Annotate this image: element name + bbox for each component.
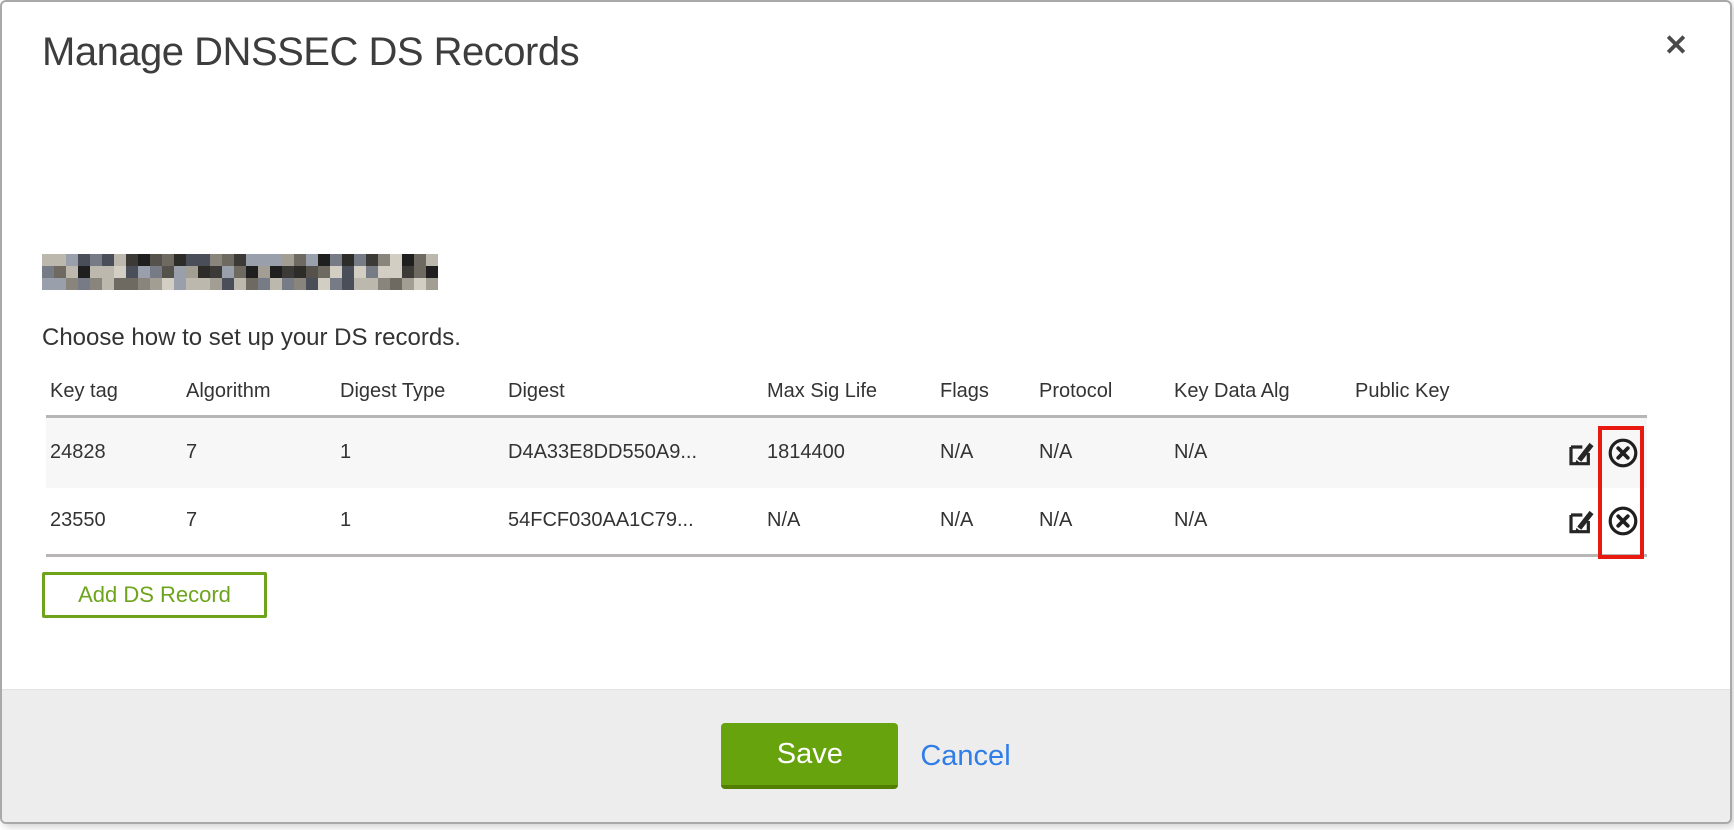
- modal-footer: Save Cancel: [2, 689, 1730, 822]
- cell-public-key: [1351, 488, 1548, 555]
- cell-key-tag: 23550: [46, 488, 182, 555]
- cell-key-data-alg: N/A: [1170, 416, 1351, 488]
- edit-record-icon[interactable]: [1565, 505, 1597, 537]
- cell-digest-type: 1: [336, 416, 504, 488]
- col-public-key: Public Key: [1351, 368, 1548, 416]
- cell-algorithm: 7: [182, 488, 336, 555]
- col-flags: Flags: [936, 368, 1035, 416]
- cell-algorithm: 7: [182, 416, 336, 488]
- delete-record-icon[interactable]: [1607, 505, 1639, 537]
- col-max-sig-life: Max Sig Life: [763, 368, 936, 416]
- cell-max-sig-life: 1814400: [763, 416, 936, 488]
- manage-dnssec-modal: Manage DNSSEC DS Records ✕ Choose how to…: [0, 0, 1732, 824]
- col-key-data-alg: Key Data Alg: [1170, 368, 1351, 416]
- cell-max-sig-life: N/A: [763, 488, 936, 555]
- col-key-tag: Key tag: [46, 368, 182, 416]
- row-actions: [1548, 416, 1647, 488]
- table-row: 24828 7 1 D4A33E8DD550A9... 1814400 N/A …: [46, 416, 1647, 488]
- cell-protocol: N/A: [1035, 416, 1170, 488]
- close-icon[interactable]: ✕: [1654, 24, 1698, 68]
- col-protocol: Protocol: [1035, 368, 1170, 416]
- cancel-link[interactable]: Cancel: [920, 740, 1010, 773]
- cell-digest-type: 1: [336, 488, 504, 555]
- table-row: 23550 7 1 54FCF030AA1C79... N/A N/A N/A …: [46, 488, 1647, 555]
- ds-records-table: Key tag Algorithm Digest Type Digest Max…: [46, 368, 1647, 557]
- page-title: Manage DNSSEC DS Records: [42, 30, 579, 75]
- redacted-domain-name: [42, 254, 438, 290]
- save-button[interactable]: Save: [721, 723, 898, 789]
- col-actions: [1548, 368, 1647, 416]
- cell-flags: N/A: [936, 416, 1035, 488]
- edit-record-icon[interactable]: [1565, 437, 1597, 469]
- row-actions: [1548, 488, 1647, 555]
- cell-digest: 54FCF030AA1C79...: [504, 488, 763, 555]
- cell-protocol: N/A: [1035, 488, 1170, 555]
- cell-key-tag: 24828: [46, 416, 182, 488]
- col-algorithm: Algorithm: [182, 368, 336, 416]
- col-digest-type: Digest Type: [336, 368, 504, 416]
- cell-key-data-alg: N/A: [1170, 488, 1351, 555]
- setup-instruction-text: Choose how to set up your DS records.: [42, 324, 461, 352]
- delete-record-icon[interactable]: [1607, 437, 1639, 469]
- cell-public-key: [1351, 416, 1548, 488]
- cell-digest: D4A33E8DD550A9...: [504, 416, 763, 488]
- cell-flags: N/A: [936, 488, 1035, 555]
- add-ds-record-button[interactable]: Add DS Record: [42, 572, 267, 618]
- col-digest: Digest: [504, 368, 763, 416]
- table-header-row: Key tag Algorithm Digest Type Digest Max…: [46, 368, 1647, 416]
